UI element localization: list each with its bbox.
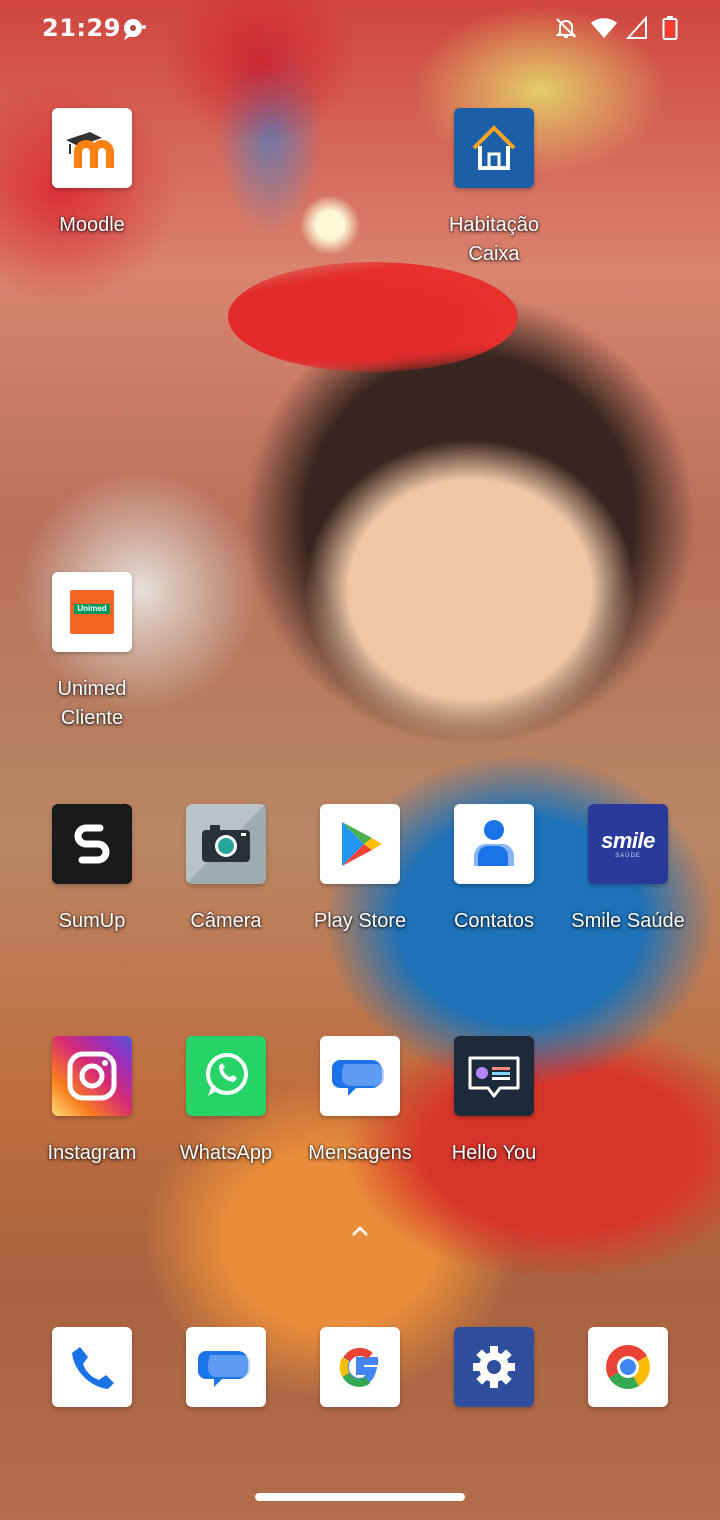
app-contatos[interactable]: Contatos xyxy=(427,804,561,936)
app-sumup[interactable]: SumUp xyxy=(25,804,159,936)
app-camera[interactable]: Câmera xyxy=(159,804,293,936)
hello-you-icon xyxy=(454,1036,534,1116)
settings-icon xyxy=(454,1327,534,1407)
chat-bubble-icon xyxy=(122,17,148,46)
app-instagram[interactable]: Instagram xyxy=(25,1036,159,1168)
dock-chrome[interactable] xyxy=(561,1327,695,1407)
app-label: WhatsApp xyxy=(179,1142,273,1164)
smile-logo-text: smile xyxy=(601,828,655,853)
clock: 21:29 xyxy=(42,14,121,42)
app-unimed-cliente[interactable]: Unimed Unimed Cliente xyxy=(25,572,159,733)
moodle-icon xyxy=(52,108,132,188)
dock-messages[interactable] xyxy=(159,1327,293,1407)
status-bar: 21:29 xyxy=(0,0,720,56)
smile-icon: smile SAÚDE xyxy=(588,804,668,884)
app-label: Câmera xyxy=(190,910,262,932)
messages-icon xyxy=(186,1327,266,1407)
whatsapp-icon xyxy=(186,1036,266,1116)
house-icon xyxy=(454,108,534,188)
app-label: Smile Saúde xyxy=(571,910,685,932)
unimed-logo: Unimed xyxy=(70,590,114,634)
chevron-up-icon[interactable] xyxy=(350,1224,370,1243)
sumup-icon xyxy=(52,804,132,884)
battery-low-icon xyxy=(662,16,678,45)
play-store-icon xyxy=(320,804,400,884)
app-label: Habitação Caixa xyxy=(448,214,540,265)
app-whatsapp[interactable]: WhatsApp xyxy=(159,1036,293,1168)
mute-bell-icon xyxy=(554,16,578,45)
app-moodle[interactable]: Moodle xyxy=(25,108,159,240)
app-mensagens[interactable]: Mensagens xyxy=(293,1036,427,1168)
messages-icon xyxy=(320,1036,400,1116)
app-label: Instagram xyxy=(47,1142,137,1164)
dock-phone[interactable] xyxy=(25,1327,159,1407)
instagram-icon xyxy=(52,1036,132,1116)
app-hello-you[interactable]: Hello You xyxy=(427,1036,561,1168)
app-smile-saude[interactable]: smile SAÚDE Smile Saúde xyxy=(561,804,695,936)
app-label: Moodle xyxy=(59,214,125,236)
dock-settings[interactable] xyxy=(427,1327,561,1407)
app-label: Play Store xyxy=(313,910,407,932)
chrome-icon xyxy=(588,1327,668,1407)
google-icon xyxy=(320,1327,400,1407)
wifi-icon xyxy=(590,16,618,45)
app-play-store[interactable]: Play Store xyxy=(293,804,427,936)
camera-icon xyxy=(186,804,266,884)
app-label: SumUp xyxy=(58,910,126,932)
contacts-icon xyxy=(454,804,534,884)
phone-icon xyxy=(52,1327,132,1407)
home-gesture-bar[interactable] xyxy=(255,1493,465,1501)
cell-signal-icon xyxy=(625,15,648,45)
wallpaper-bow xyxy=(228,262,518,372)
app-label: Unimed Cliente xyxy=(57,678,127,729)
unimed-icon: Unimed xyxy=(52,572,132,652)
unimed-badge: Unimed xyxy=(74,604,110,614)
app-label: Mensagens xyxy=(308,1142,412,1164)
dock-google[interactable] xyxy=(293,1327,427,1407)
app-label: Hello You xyxy=(451,1142,537,1164)
smile-logo-sub: SAÚDE xyxy=(615,853,641,859)
app-habitacao-caixa[interactable]: Habitação Caixa xyxy=(427,108,561,269)
app-label: Contatos xyxy=(453,910,535,932)
